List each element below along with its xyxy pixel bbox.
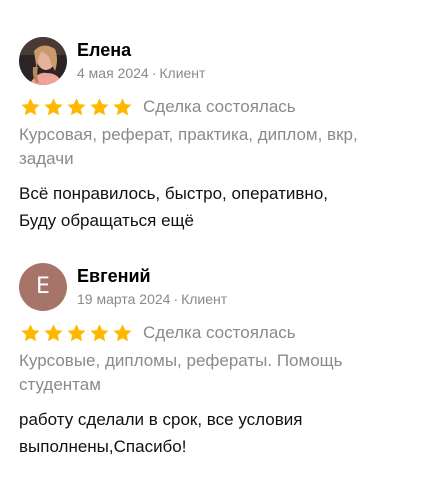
review-text-line: Буду обращаться ещё bbox=[19, 211, 194, 230]
rating-row: Сделка состоялась bbox=[19, 95, 419, 119]
reviewer-role: Клиент bbox=[181, 291, 228, 307]
review-card: Е Евгений 19 марта 2024 · Клиент Сделка со… bbox=[19, 263, 419, 460]
deal-status: Сделка состоялась bbox=[143, 97, 296, 116]
star-icon bbox=[90, 323, 109, 341]
category-line: задачи bbox=[19, 149, 74, 168]
review-date: 19 марта 2024 bbox=[77, 291, 171, 307]
category-line: Курсовые, дипломы, рефераты. Помощь bbox=[19, 351, 343, 370]
meta-separator: · bbox=[151, 65, 157, 81]
review-meta: 4 мая 2024 · Клиент bbox=[77, 64, 205, 82]
review-category: Курсовая, реферат, практика, диплом, вкр… bbox=[19, 123, 411, 171]
reviewer-name[interactable]: Елена bbox=[77, 39, 131, 61]
review-card: Елена 4 мая 2024 · Клиент Сделка состоялас… bbox=[19, 37, 419, 234]
rating-stars bbox=[20, 323, 133, 344]
category-line: студентам bbox=[19, 375, 101, 394]
user-photo-icon bbox=[19, 37, 67, 85]
review-text-line: работу сделали в срок, все условия bbox=[19, 410, 303, 429]
star-icon bbox=[90, 97, 109, 115]
review-date: 4 мая 2024 bbox=[77, 65, 149, 81]
review-text-line: Всё понравилось, быстро, оперативно, bbox=[19, 184, 328, 203]
rating-stars bbox=[20, 97, 133, 118]
review-text: работу сделали в срок, все условия выпол… bbox=[19, 406, 411, 460]
avatar[interactable] bbox=[19, 37, 67, 85]
deal-status: Сделка состоялась bbox=[143, 323, 296, 342]
reviewer-name[interactable]: Евгений bbox=[77, 265, 151, 287]
star-icon bbox=[21, 97, 40, 115]
star-icon bbox=[113, 97, 132, 115]
review-header: Елена 4 мая 2024 · Клиент bbox=[19, 37, 419, 87]
star-icon bbox=[21, 323, 40, 341]
review-text: Всё понравилось, быстро, оперативно, Буд… bbox=[19, 180, 411, 234]
star-icon bbox=[44, 323, 63, 341]
review-meta: 19 марта 2024 · Клиент bbox=[77, 290, 227, 308]
star-icon bbox=[113, 323, 132, 341]
category-line: Курсовая, реферат, практика, диплом, вкр… bbox=[19, 125, 358, 144]
avatar[interactable]: Е bbox=[19, 263, 67, 311]
review-text-line: выполнены,Спасибо! bbox=[19, 437, 187, 456]
reviewer-role: Клиент bbox=[159, 65, 206, 81]
star-icon bbox=[67, 323, 86, 341]
meta-separator: · bbox=[173, 291, 179, 307]
star-icon bbox=[44, 97, 63, 115]
star-icon bbox=[67, 97, 86, 115]
rating-row: Сделка состоялась bbox=[19, 321, 419, 345]
review-header: Е Евгений 19 марта 2024 · Клиент bbox=[19, 263, 419, 313]
review-category: Курсовые, дипломы, рефераты. Помощь студ… bbox=[19, 349, 411, 397]
